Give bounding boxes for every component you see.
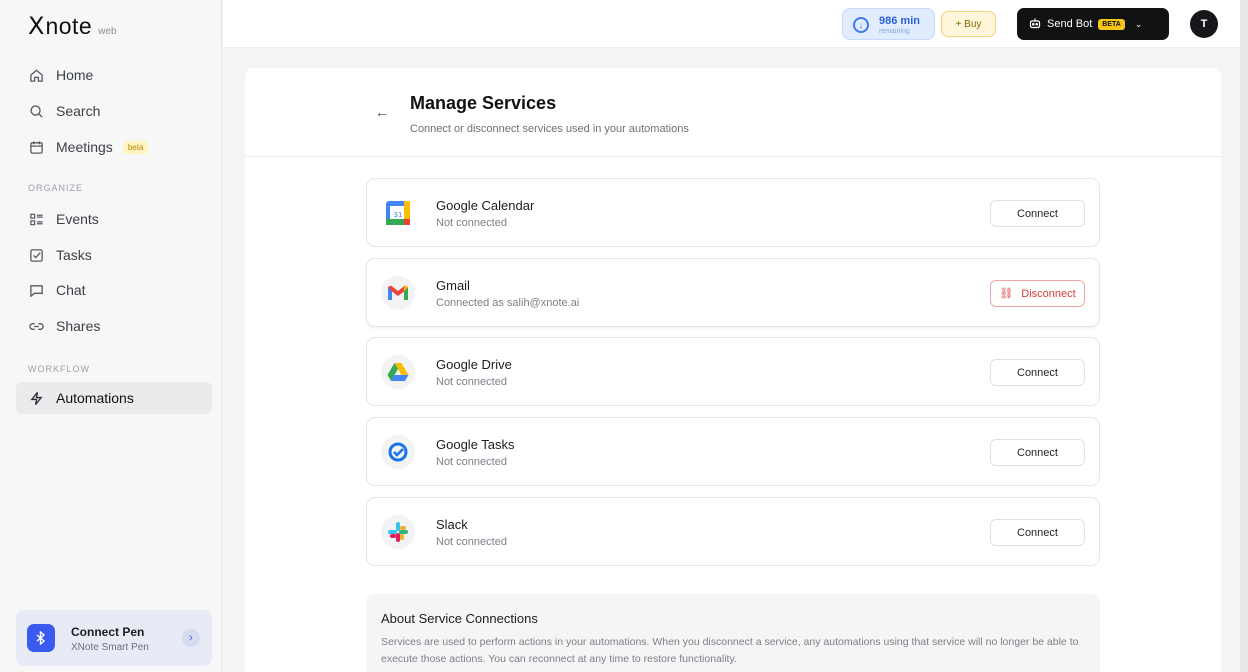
service-name: Google Drive bbox=[436, 357, 512, 372]
chevron-right-icon[interactable]: › bbox=[182, 629, 200, 647]
section-workflow: WORKFLOW bbox=[28, 364, 90, 374]
clock-icon: ↓ bbox=[853, 17, 869, 33]
nav-automations[interactable]: Automations bbox=[16, 382, 212, 414]
nav-chat[interactable]: Chat bbox=[16, 274, 212, 306]
nav-tasks-label: Tasks bbox=[56, 247, 92, 263]
about-title: About Service Connections bbox=[381, 611, 538, 626]
google-tasks-icon bbox=[381, 435, 415, 469]
connect-google-calendar-button[interactable]: Connect bbox=[990, 200, 1085, 227]
connect-google-drive-button[interactable]: Connect bbox=[990, 359, 1085, 386]
google-drive-icon bbox=[381, 355, 415, 389]
send-bot-button[interactable]: Send Bot BETA ⌄ bbox=[1017, 8, 1169, 40]
service-card-gmail: Gmail Connected as salih@xnote.ai ⛓ Disc… bbox=[366, 258, 1100, 327]
about-text: Services are used to perform actions in … bbox=[381, 636, 1079, 665]
nav-meetings[interactable]: Meetings beta bbox=[16, 131, 212, 163]
page-title: Manage Services bbox=[410, 93, 557, 113]
scrollbar-track[interactable] bbox=[1240, 0, 1248, 672]
logo-suffix: web bbox=[98, 26, 117, 37]
slack-icon bbox=[381, 515, 415, 549]
header-divider bbox=[245, 156, 1221, 157]
service-status: Not connected bbox=[436, 536, 507, 548]
link-icon bbox=[28, 318, 44, 334]
nav-shares[interactable]: Shares bbox=[16, 310, 212, 342]
nav-tasks[interactable]: Tasks bbox=[16, 239, 212, 271]
svg-text:31: 31 bbox=[394, 211, 403, 219]
bot-icon bbox=[1029, 17, 1041, 32]
checkbox-icon bbox=[28, 247, 44, 263]
events-icon bbox=[28, 211, 44, 227]
service-name: Google Calendar bbox=[436, 198, 535, 213]
disconnect-label: Disconnect bbox=[1021, 287, 1076, 300]
nav-meetings-label: Meetings bbox=[56, 139, 113, 155]
topbar: ↓ 986 min remaining + Buy Send Bot BETA … bbox=[223, 0, 1240, 48]
send-bot-label: Send Bot bbox=[1047, 18, 1093, 30]
nav-home[interactable]: Home bbox=[16, 59, 212, 91]
about-service-connections: About Service Connections Services are u… bbox=[366, 594, 1100, 672]
app-logo[interactable]: X note web bbox=[28, 12, 117, 40]
service-card-slack: Slack Not connected Connect bbox=[366, 497, 1100, 566]
chevron-down-icon: ⌄ bbox=[1134, 18, 1143, 29]
service-card-google-tasks: Google Tasks Not connected Connect bbox=[366, 417, 1100, 486]
logo-mark: X bbox=[28, 12, 45, 40]
calendar-icon bbox=[28, 139, 44, 155]
search-icon bbox=[28, 103, 44, 119]
user-avatar[interactable]: T bbox=[1190, 10, 1218, 38]
connect-slack-button[interactable]: Connect bbox=[990, 519, 1085, 546]
service-status: Not connected bbox=[436, 456, 507, 468]
nav-chat-label: Chat bbox=[56, 282, 86, 298]
service-name: Google Tasks bbox=[436, 437, 515, 452]
connect-pen-card[interactable]: Connect Pen XNote Smart Pen › bbox=[16, 610, 212, 666]
chat-icon bbox=[28, 282, 44, 298]
nav-events-label: Events bbox=[56, 211, 99, 227]
service-status: Not connected bbox=[436, 376, 507, 388]
logo-text: note bbox=[45, 13, 93, 39]
sidebar: X note web Home Search Meetings beta ORG… bbox=[0, 0, 222, 672]
nav-search-label: Search bbox=[56, 103, 101, 119]
nav-shares-label: Shares bbox=[56, 318, 101, 334]
buy-button[interactable]: + Buy bbox=[941, 11, 996, 37]
service-name: Gmail bbox=[436, 278, 470, 293]
google-calendar-icon: 31 bbox=[381, 196, 415, 230]
manage-services-panel: ← Manage Services Connect or disconnect … bbox=[245, 68, 1221, 672]
service-card-google-calendar: 31 Google Calendar Not connected Connect bbox=[366, 178, 1100, 247]
nav-search[interactable]: Search bbox=[16, 95, 212, 127]
minutes-remaining-pill[interactable]: ↓ 986 min remaining bbox=[842, 8, 935, 40]
service-name: Slack bbox=[436, 517, 468, 532]
connect-google-tasks-button[interactable]: Connect bbox=[990, 439, 1085, 466]
nav-events[interactable]: Events bbox=[16, 203, 212, 235]
service-card-google-drive: Google Drive Not connected Connect bbox=[366, 337, 1100, 406]
send-bot-beta-badge: BETA bbox=[1098, 18, 1125, 30]
service-status: Not connected bbox=[436, 217, 507, 229]
minutes-value: 986 min bbox=[879, 15, 920, 27]
nav-automations-label: Automations bbox=[56, 390, 134, 406]
bluetooth-icon bbox=[27, 624, 55, 652]
back-arrow-icon[interactable]: ← bbox=[375, 104, 389, 120]
nav-home-label: Home bbox=[56, 67, 94, 83]
lightning-icon bbox=[28, 390, 44, 406]
minutes-label: remaining bbox=[879, 28, 910, 35]
unlink-icon: ⛓ bbox=[999, 288, 1014, 300]
page-subtitle: Connect or disconnect services used in y… bbox=[410, 123, 689, 135]
gmail-icon bbox=[381, 276, 415, 310]
section-organize: ORGANIZE bbox=[28, 183, 84, 193]
beta-badge: beta bbox=[122, 140, 149, 154]
connect-pen-title: Connect Pen bbox=[71, 625, 145, 639]
home-icon bbox=[28, 67, 44, 83]
service-status: Connected as salih@xnote.ai bbox=[436, 297, 580, 309]
disconnect-gmail-button[interactable]: ⛓ Disconnect bbox=[990, 280, 1085, 307]
connect-pen-subtitle: XNote Smart Pen bbox=[71, 642, 149, 653]
